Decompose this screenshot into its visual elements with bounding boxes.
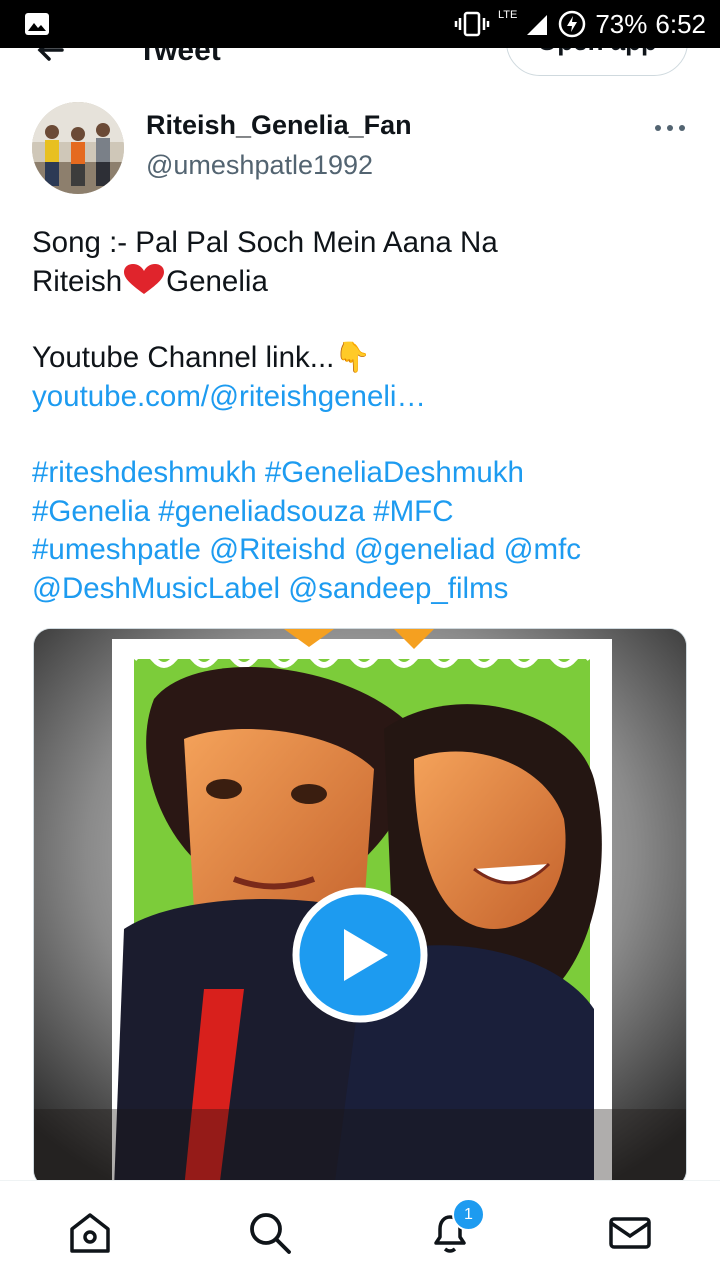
messages-envelope-icon[interactable] [606, 1209, 654, 1257]
hashtag-link[interactable]: #umeshpatle [32, 533, 201, 566]
mention-link[interactable]: @Riteishd [209, 533, 346, 566]
more-options-icon[interactable] [648, 116, 692, 140]
tweet-line: Song :- Pal Pal Soch Mein Aana Na [32, 226, 498, 259]
tweet-header: Tweet Open app [0, 48, 720, 88]
back-arrow-icon[interactable] [32, 48, 72, 70]
play-button-icon[interactable] [292, 887, 428, 1023]
network-type: LTE [497, 9, 518, 21]
tweet-line: Youtube Channel link...👇 [32, 339, 692, 378]
gallery-icon [25, 13, 49, 35]
hashtag-link[interactable]: #geneliadsouza [158, 495, 365, 528]
tweet-text: Song :- Pal Pal Soch Mein Aana Na Riteis… [32, 224, 692, 608]
battery-saver-icon [559, 10, 586, 38]
pointing-down-emoji: 👇 [334, 341, 372, 374]
clock: 6:52 [655, 8, 706, 39]
hashtag-link[interactable]: #riteshdeshmukh [32, 456, 257, 489]
hashtag-line: #Genelia #geneliadsouza #MFC [32, 493, 692, 532]
search-icon[interactable] [246, 1209, 294, 1257]
open-app-button[interactable]: Open app [506, 48, 688, 76]
tweet-word: Youtube Channel link... [32, 341, 335, 374]
hashtag-link[interactable]: #Genelia [32, 495, 150, 528]
hashtag-link[interactable]: #MFC [373, 495, 453, 528]
tweet-word: Riteish [32, 264, 123, 298]
red-heart-icon [124, 263, 165, 294]
author-name[interactable]: Riteish_Genelia_Fan [146, 110, 412, 141]
notification-badge: 1 [452, 1198, 485, 1231]
mention-link[interactable]: @sandeep_films [288, 572, 508, 605]
home-icon[interactable] [66, 1209, 114, 1257]
youtube-link[interactable]: youtube.com/@riteishgeneli… [32, 378, 692, 417]
mention-link[interactable]: @mfc [504, 533, 581, 566]
page-title: Tweet [138, 48, 221, 67]
vibrate-icon [454, 11, 490, 37]
bottom-nav-bar [0, 1180, 720, 1281]
hashtag-link[interactable]: #GeneliaDeshmukh [265, 456, 524, 489]
battery-percent: 73% [595, 8, 648, 39]
mention-link[interactable]: @geneliad [354, 533, 496, 566]
tweet-line: Riteish Genelia [32, 263, 692, 302]
status-bar: LTE 73% 6:52 [0, 0, 720, 48]
hashtag-line: @DeshMusicLabel @sandeep_films [32, 570, 692, 609]
mention-link[interactable]: @DeshMusicLabel [32, 572, 280, 605]
avatar-photo [32, 102, 124, 194]
author-handle[interactable]: @umeshpatle1992 [146, 150, 373, 181]
tweet-word: Genelia [166, 264, 268, 298]
signal-icon [527, 15, 548, 35]
hashtag-line: #riteshdeshmukh #GeneliaDeshmukh [32, 454, 692, 493]
hashtag-line: #umeshpatle @Riteishd @geneliad @mfc [32, 531, 692, 570]
avatar[interactable] [32, 102, 124, 194]
